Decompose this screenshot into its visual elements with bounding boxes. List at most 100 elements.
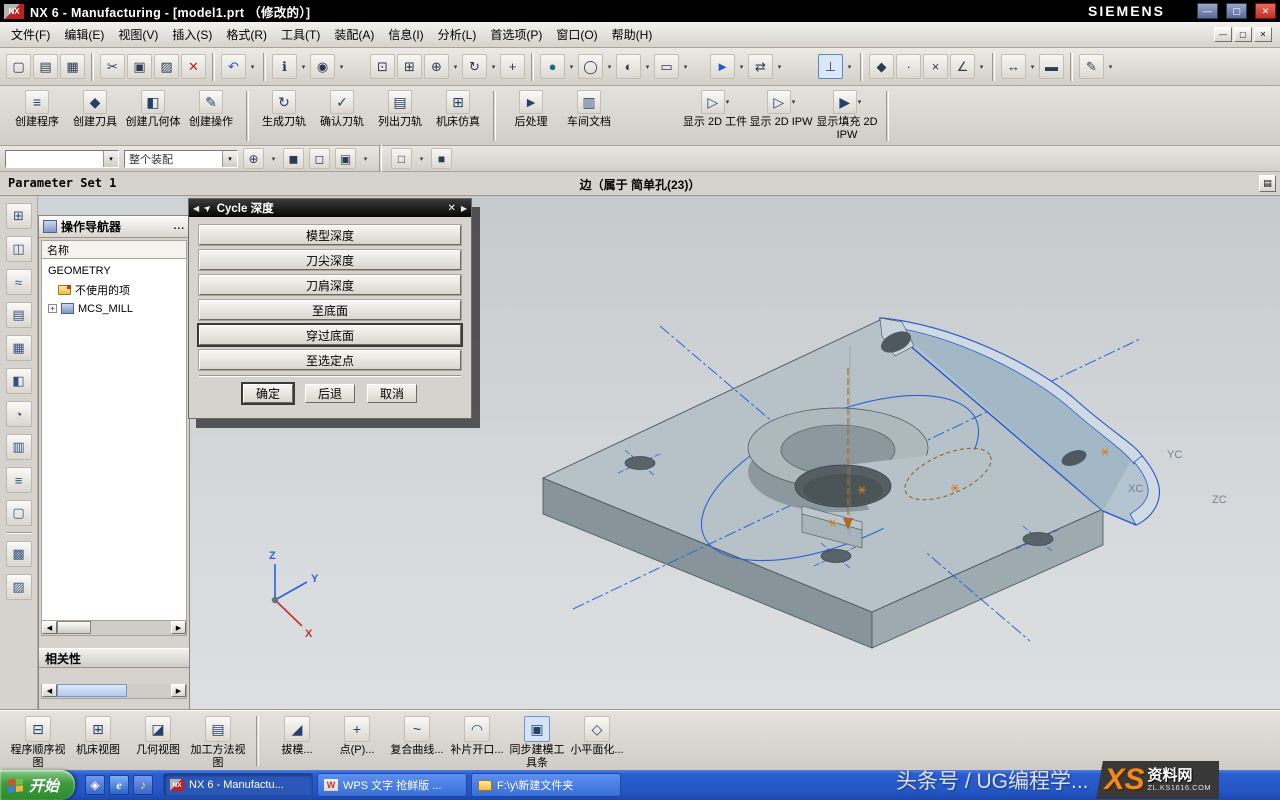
rotate-dropdown[interactable]: ▾ — [489, 63, 498, 71]
maximize-button[interactable]: ▢ — [1226, 3, 1247, 19]
navigator-more[interactable]: ... — [174, 221, 185, 232]
select-body-icon[interactable]: ▣ — [335, 148, 356, 169]
point-button[interactable]: + 点(P)... — [327, 716, 387, 757]
render-style-dropdown[interactable]: ▾ — [643, 63, 652, 71]
create-program-button[interactable]: ≡ 创建程序 — [8, 90, 66, 129]
menu-insert[interactable]: 插入(S) — [165, 22, 219, 47]
delete-icon[interactable]: ✕ — [181, 54, 206, 79]
close-button[interactable]: ✕ — [1255, 3, 1276, 19]
annotation-pencil-icon[interactable]: ✎ — [1079, 54, 1104, 79]
zoom-dropdown[interactable]: ▾ — [451, 63, 460, 71]
select-body-dropdown[interactable]: ▾ — [361, 155, 370, 163]
quick-launch-player-icon[interactable]: ♪ — [133, 775, 153, 795]
child-close-button[interactable]: ✕ — [1254, 27, 1272, 42]
snap-toggle-icon[interactable]: ⊕ — [243, 148, 264, 169]
start-button[interactable]: 开始 — [0, 770, 75, 800]
history-palette-icon[interactable]: ◔ — [6, 401, 32, 427]
child-minimize-button[interactable]: — — [1214, 27, 1232, 42]
paste-icon[interactable]: ▨ — [154, 54, 179, 79]
assembly-navigator-icon[interactable]: ⊞ — [6, 203, 32, 229]
cut-icon[interactable]: ✂ — [100, 54, 125, 79]
draft-button[interactable]: ◢ 拔模... — [267, 716, 327, 757]
shop-documentation-button[interactable]: ▥ 车间文档 — [560, 90, 618, 129]
verify-toolpath-button[interactable]: ✓ 确认刀轨 — [313, 90, 371, 129]
selection-scope-dropdown[interactable]: ▾ — [222, 151, 237, 167]
menu-preferences[interactable]: 首选项(P) — [483, 22, 549, 47]
scroll-left-icon[interactable]: ◀ — [42, 684, 57, 697]
menu-help[interactable]: 帮助(H) — [605, 22, 660, 47]
scroll-track[interactable] — [127, 684, 171, 698]
tree-row-mcs-mill[interactable]: + MCS_MILL — [42, 299, 186, 318]
pattern-dropdown[interactable]: ▾ — [775, 63, 784, 71]
ok-button[interactable]: 确定 — [243, 384, 293, 403]
operation-navigator-icon[interactable]: ▤ — [6, 302, 32, 328]
process-studio-icon[interactable]: ▥ — [6, 434, 32, 460]
minimize-button[interactable]: — — [1197, 3, 1218, 19]
undo-icon[interactable]: ↶ — [221, 54, 246, 79]
postprocess-button[interactable]: ► 后处理 — [502, 90, 560, 129]
menu-window[interactable]: 窗口(O) — [549, 22, 604, 47]
internet-explorer-icon[interactable]: e — [109, 775, 129, 795]
program-order-view-button[interactable]: ⊟ 程序顺序视图 — [8, 716, 68, 769]
operation-navigator-header[interactable]: 操作导航器 ... — [39, 216, 189, 238]
menu-edit[interactable]: 编辑(E) — [57, 22, 111, 47]
navigator-column-header[interactable]: 名称 — [41, 240, 187, 259]
menu-view[interactable]: 视图(V) — [111, 22, 165, 47]
scroll-right-icon[interactable]: ▶ — [171, 684, 186, 697]
new-file-icon[interactable]: ▢ — [6, 54, 31, 79]
snap-point-icon[interactable]: ◆ — [869, 54, 894, 79]
snap-toggle-dropdown[interactable]: ▾ — [269, 155, 278, 163]
selection-filter-dropdown[interactable]: ▾ — [103, 151, 118, 167]
orient-view-dropdown[interactable]: ▾ — [845, 63, 854, 71]
shaded-view-icon[interactable]: ● — [540, 54, 565, 79]
move-object-dropdown[interactable]: ▾ — [737, 63, 746, 71]
menu-tools[interactable]: 工具(T) — [274, 22, 327, 47]
dialog-title-bar[interactable]: ◀ ➤ Cycle 深度 ✕ ▶ — [189, 199, 471, 217]
option-through-bottom-surface[interactable]: 穿过底面 — [199, 325, 461, 345]
machine-simulation-button[interactable]: ⊞ 机床仿真 — [429, 90, 487, 129]
undo-dropdown[interactable]: ▾ — [248, 63, 257, 71]
menu-file[interactable]: 文件(F) — [4, 22, 57, 47]
show-2d-ipw-button[interactable]: ▷ ▾ 显示 2D IPW — [748, 90, 814, 129]
constraint-navigator-icon[interactable]: ◫ — [6, 236, 32, 262]
option-tool-tip-depth[interactable]: 刀尖深度 — [199, 250, 461, 270]
task-nx[interactable]: NX NX 6 - Manufactu... — [163, 773, 313, 797]
fit-view-icon[interactable]: ⊡ — [370, 54, 395, 79]
dependencies-header[interactable]: 相关性 — [39, 648, 189, 668]
menu-assemblies[interactable]: 装配(A) — [327, 22, 381, 47]
visualization-icon[interactable]: ◉ — [310, 54, 335, 79]
assembly-cube-icon[interactable]: ■ — [431, 148, 452, 169]
scroll-thumb[interactable] — [57, 621, 91, 634]
part-navigator-icon[interactable]: ≈ — [6, 269, 32, 295]
selection-scope-combo[interactable]: 整个装配 ▾ — [124, 150, 238, 168]
rotate-view-icon[interactable]: ↻ — [462, 54, 487, 79]
task-wps[interactable]: W WPS 文字 抢鲜版 ... — [317, 773, 467, 797]
show-filled-2d-ipw-button[interactable]: ▶ ▾ 显示填充 2D IPW — [814, 90, 880, 141]
scroll-track[interactable] — [91, 621, 171, 635]
zoom-icon[interactable]: ⊕ — [424, 54, 449, 79]
option-to-bottom-surface[interactable]: 至底面 — [199, 300, 461, 320]
machining-method-view-button[interactable]: ▤ 加工方法视图 — [188, 716, 248, 769]
scroll-thumb[interactable] — [57, 684, 127, 697]
show-2d-ipw-dropdown[interactable]: ▾ — [792, 98, 796, 106]
measure-distance-icon[interactable]: ↔ — [1001, 54, 1026, 79]
create-tool-button[interactable]: ◆ 创建刀具 — [66, 90, 124, 129]
marquee-select-icon[interactable]: □ — [391, 148, 412, 169]
back-button[interactable]: 后退 — [305, 384, 355, 403]
select-face-icon[interactable]: ◻ — [309, 148, 330, 169]
roles-palette-icon[interactable]: ≡ — [6, 467, 32, 493]
task-explorer-folder[interactable]: F:\y\新建文件夹 — [471, 773, 621, 797]
end-point-snap-icon[interactable]: ∙ — [896, 54, 921, 79]
menu-format[interactable]: 格式(R) — [219, 22, 274, 47]
option-tool-shoulder-depth[interactable]: 刀肩深度 — [199, 275, 461, 295]
option-to-selected-point[interactable]: 至选定点 — [199, 350, 461, 370]
ruler-icon[interactable]: ▬ — [1039, 54, 1064, 79]
list-toolpath-button[interactable]: ▤ 列出刀轨 — [371, 90, 429, 129]
information-dropdown[interactable]: ▾ — [299, 63, 308, 71]
snap-dropdown[interactable]: ▾ — [977, 63, 986, 71]
angle-snap-icon[interactable]: ∠ — [950, 54, 975, 79]
option-model-depth[interactable]: 模型深度 — [199, 225, 461, 245]
expand-icon[interactable]: + — [48, 304, 57, 313]
shaded-dropdown[interactable]: ▾ — [567, 63, 576, 71]
navigator-hscrollbar[interactable]: ◀ ▶ — [41, 621, 187, 636]
